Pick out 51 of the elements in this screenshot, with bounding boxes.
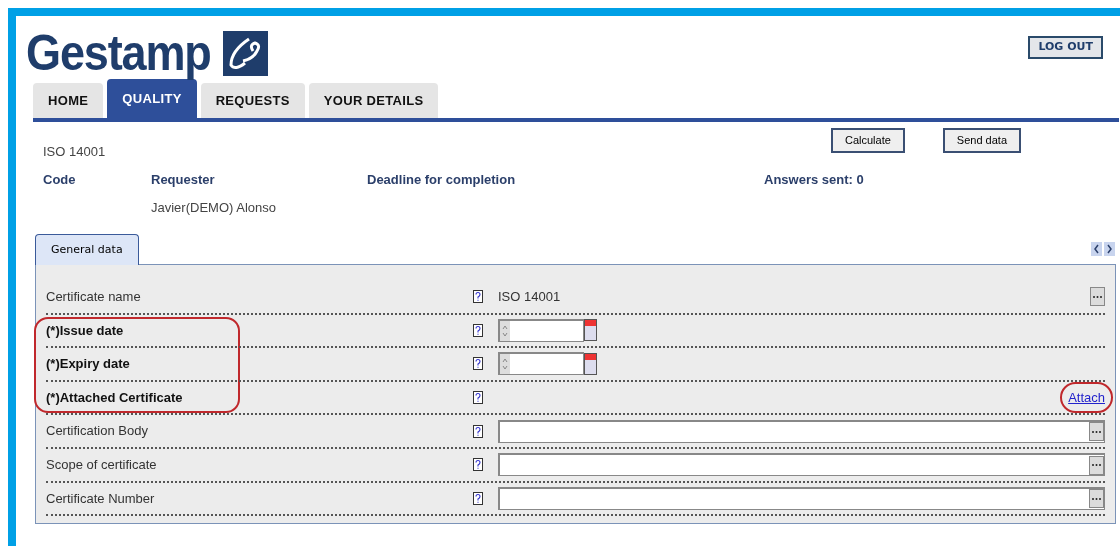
help-icon[interactable] xyxy=(473,323,483,337)
date-field[interactable] xyxy=(498,318,584,342)
action-button[interactable]: Send data xyxy=(942,128,1021,153)
nav-tab[interactable]: REQUESTS xyxy=(200,83,305,118)
more-button[interactable] xyxy=(1089,489,1104,509)
code-label: Code xyxy=(43,171,76,189)
field-value: ISO 14001 xyxy=(498,288,562,307)
field-label: Scope of certificate xyxy=(46,456,157,474)
form-tab[interactable]: General data xyxy=(35,234,139,265)
nav-tab[interactable]: QUALITY xyxy=(107,79,197,118)
field-label: Certificate Number xyxy=(46,489,155,508)
text-field[interactable] xyxy=(498,419,1105,443)
more-button[interactable] xyxy=(1090,287,1105,307)
help-icon[interactable] xyxy=(473,357,483,371)
attach-link[interactable]: Attach xyxy=(1068,389,1105,405)
help-icon[interactable] xyxy=(473,458,483,472)
logo-icon xyxy=(223,31,269,76)
requester-name: Javier(DEMO) Alonso xyxy=(151,199,276,217)
ellipsis-icon xyxy=(1092,294,1103,299)
logout-button[interactable]: LOG OUT xyxy=(1028,36,1103,59)
scroll-right-icon[interactable] xyxy=(1104,242,1115,256)
spinner-icon[interactable] xyxy=(500,354,510,375)
help-icon[interactable] xyxy=(473,391,483,405)
logo-text: Gestamp xyxy=(26,28,211,78)
ellipsis-icon xyxy=(1091,429,1102,434)
field-label: Certificate name xyxy=(46,288,141,307)
field-label: Certification Body xyxy=(46,422,148,441)
more-button[interactable] xyxy=(1089,455,1104,475)
deadline-label: Deadline for completion xyxy=(367,171,516,189)
document-title: ISO 14001 xyxy=(43,143,106,161)
nav-tab[interactable]: HOME xyxy=(33,83,104,118)
scroll-left-icon[interactable] xyxy=(1091,242,1102,256)
requester-label: Requester xyxy=(151,171,215,189)
text-field[interactable] xyxy=(498,486,1105,510)
ellipsis-icon xyxy=(1091,496,1102,501)
action-button[interactable]: Calculate xyxy=(831,128,905,153)
nav-tab[interactable]: YOUR DETAILS xyxy=(308,83,439,118)
field-label: (*)Issue date xyxy=(46,321,124,340)
help-icon[interactable] xyxy=(473,491,483,505)
calendar-icon[interactable] xyxy=(584,353,597,375)
date-field[interactable] xyxy=(498,352,584,376)
answers-sent-count: Answers sent: 0 xyxy=(764,171,864,189)
calendar-icon[interactable] xyxy=(584,319,597,342)
text-field[interactable] xyxy=(498,453,1105,477)
field-label: (*)Expiry date xyxy=(46,355,130,374)
ellipsis-icon xyxy=(1091,463,1102,468)
more-button[interactable] xyxy=(1089,422,1104,442)
spinner-icon[interactable] xyxy=(500,320,510,341)
field-label: (*)Attached Certificate xyxy=(46,388,183,407)
help-icon[interactable] xyxy=(473,424,483,438)
help-icon[interactable] xyxy=(473,290,483,304)
